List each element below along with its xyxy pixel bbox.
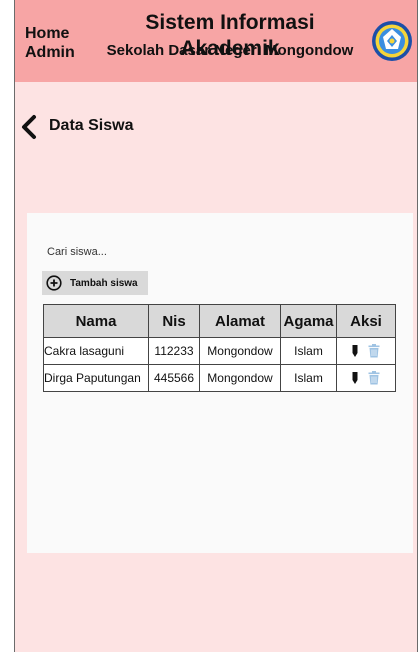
- trash-icon[interactable]: [368, 371, 380, 385]
- home-label: Home: [25, 25, 70, 42]
- cell-agama: Islam: [280, 364, 337, 392]
- cell-alamat: Mongondow: [199, 337, 281, 365]
- page-title: Data Siswa: [49, 117, 134, 134]
- admin-label: Admin: [25, 44, 75, 61]
- home-admin-link[interactable]: Home Admin: [25, 24, 75, 62]
- table-row: Dirga Paputungan 445566 Mongondow Islam: [43, 364, 396, 392]
- app-header: Home Admin Sistem Informasi Akademik Sek…: [15, 0, 417, 82]
- edit-pen-icon[interactable]: [352, 344, 358, 358]
- cell-nis: 112233: [148, 337, 200, 365]
- student-table: Nama Nis Alamat Agama Aksi Cakra lasagun…: [43, 304, 396, 392]
- cell-nama: Dirga Paputungan: [43, 364, 149, 392]
- student-data-card: Tambah siswa Nama Nis Alamat Agama Aksi …: [27, 213, 413, 553]
- column-header-nama: Nama: [43, 304, 149, 338]
- cell-alamat: Mongondow: [199, 364, 281, 392]
- cell-aksi: [336, 337, 396, 365]
- cell-nis: 445566: [148, 364, 200, 392]
- cell-agama: Islam: [280, 337, 337, 365]
- search-input[interactable]: [47, 243, 227, 261]
- add-student-label: Tambah siswa: [70, 277, 138, 289]
- cell-aksi: [336, 364, 396, 392]
- column-header-alamat: Alamat: [199, 304, 281, 338]
- chevron-left-icon[interactable]: [17, 114, 41, 140]
- cell-nama: Cakra lasaguni: [43, 337, 149, 365]
- column-header-nis: Nis: [148, 304, 200, 338]
- app-screen: Home Admin Sistem Informasi Akademik Sek…: [14, 0, 418, 652]
- page-title-bar: Data Siswa: [15, 112, 417, 142]
- tut-wuri-handayani-logo-icon: [372, 21, 412, 61]
- table-row: Cakra lasaguni 112233 Mongondow Islam: [43, 337, 396, 365]
- table-header-row: Nama Nis Alamat Agama Aksi: [43, 304, 396, 338]
- school-name: Sekolah Dasar Negeri Mongondow: [106, 42, 354, 59]
- plus-circle-icon: [46, 275, 62, 291]
- column-header-aksi: Aksi: [336, 304, 396, 338]
- column-header-agama: Agama: [280, 304, 337, 338]
- edit-pen-icon[interactable]: [352, 371, 358, 385]
- add-student-button[interactable]: Tambah siswa: [42, 271, 148, 295]
- trash-icon[interactable]: [368, 344, 380, 358]
